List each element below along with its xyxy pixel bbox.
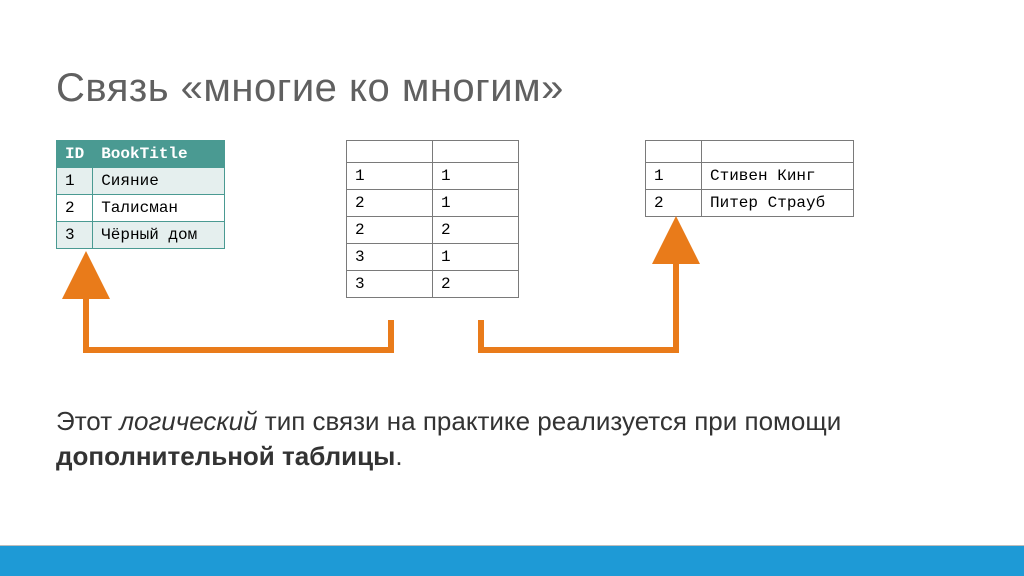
table-header-row	[646, 141, 854, 163]
slide: Связь «многие ко многим» ID BookTitle 1 …	[0, 0, 1024, 576]
footer-bar	[0, 546, 1024, 576]
table-row: 3 1	[347, 244, 519, 271]
caption-segment: Этот	[56, 406, 119, 436]
slide-title: Связь «многие ко многим»	[56, 66, 564, 111]
caption-segment: тип связи на практике реализуется при по…	[258, 406, 842, 436]
cell: 3	[347, 271, 433, 298]
cell: 2	[347, 190, 433, 217]
caption-segment: .	[395, 441, 402, 471]
table-header-row: ID BookTitle	[57, 141, 225, 168]
table-row: 3 2	[347, 271, 519, 298]
table-row: 1 Сияние	[57, 168, 225, 195]
header-cell	[702, 141, 854, 163]
cell: 2	[347, 217, 433, 244]
table-row: 1 1	[347, 163, 519, 190]
table-row: 1 Стивен Кинг	[646, 163, 854, 190]
header-cell	[646, 141, 702, 163]
table-row: 2 2	[347, 217, 519, 244]
cell: 2	[433, 217, 519, 244]
cell: 2	[57, 195, 93, 222]
table-row: 2 Питер Страуб	[646, 190, 854, 217]
caption-bold: дополнительной таблицы	[56, 441, 395, 471]
cell: 2	[433, 271, 519, 298]
cell: 1	[433, 163, 519, 190]
cell: 1	[646, 163, 702, 190]
table-row: 2 1	[347, 190, 519, 217]
caption-italic: логический	[119, 406, 257, 436]
cell: 1	[57, 168, 93, 195]
table-row: 3 Чёрный дом	[57, 222, 225, 249]
header-cell	[347, 141, 433, 163]
cell: 1	[433, 244, 519, 271]
cell: 3	[57, 222, 93, 249]
cell: 3	[347, 244, 433, 271]
diagram-area: ID BookTitle 1 Сияние 2 Талисман 3 Чёрны…	[56, 140, 968, 360]
table-row: 2 Талисман	[57, 195, 225, 222]
caption-text: Этот логический тип связи на практике ре…	[56, 404, 906, 474]
authors-table: 1 Стивен Кинг 2 Питер Страуб	[645, 140, 854, 217]
cell: Чёрный дом	[93, 222, 225, 249]
books-table: ID BookTitle 1 Сияние 2 Талисман 3 Чёрны…	[56, 140, 225, 249]
cell: 1	[433, 190, 519, 217]
cell: 1	[347, 163, 433, 190]
header-cell	[433, 141, 519, 163]
header-cell: BookTitle	[93, 141, 225, 168]
cell: Питер Страуб	[702, 190, 854, 217]
header-cell: ID	[57, 141, 93, 168]
junction-table: 1 1 2 1 2 2 3 1 3 2	[346, 140, 519, 298]
cell: Стивен Кинг	[702, 163, 854, 190]
cell: Сияние	[93, 168, 225, 195]
cell: Талисман	[93, 195, 225, 222]
table-header-row	[347, 141, 519, 163]
cell: 2	[646, 190, 702, 217]
